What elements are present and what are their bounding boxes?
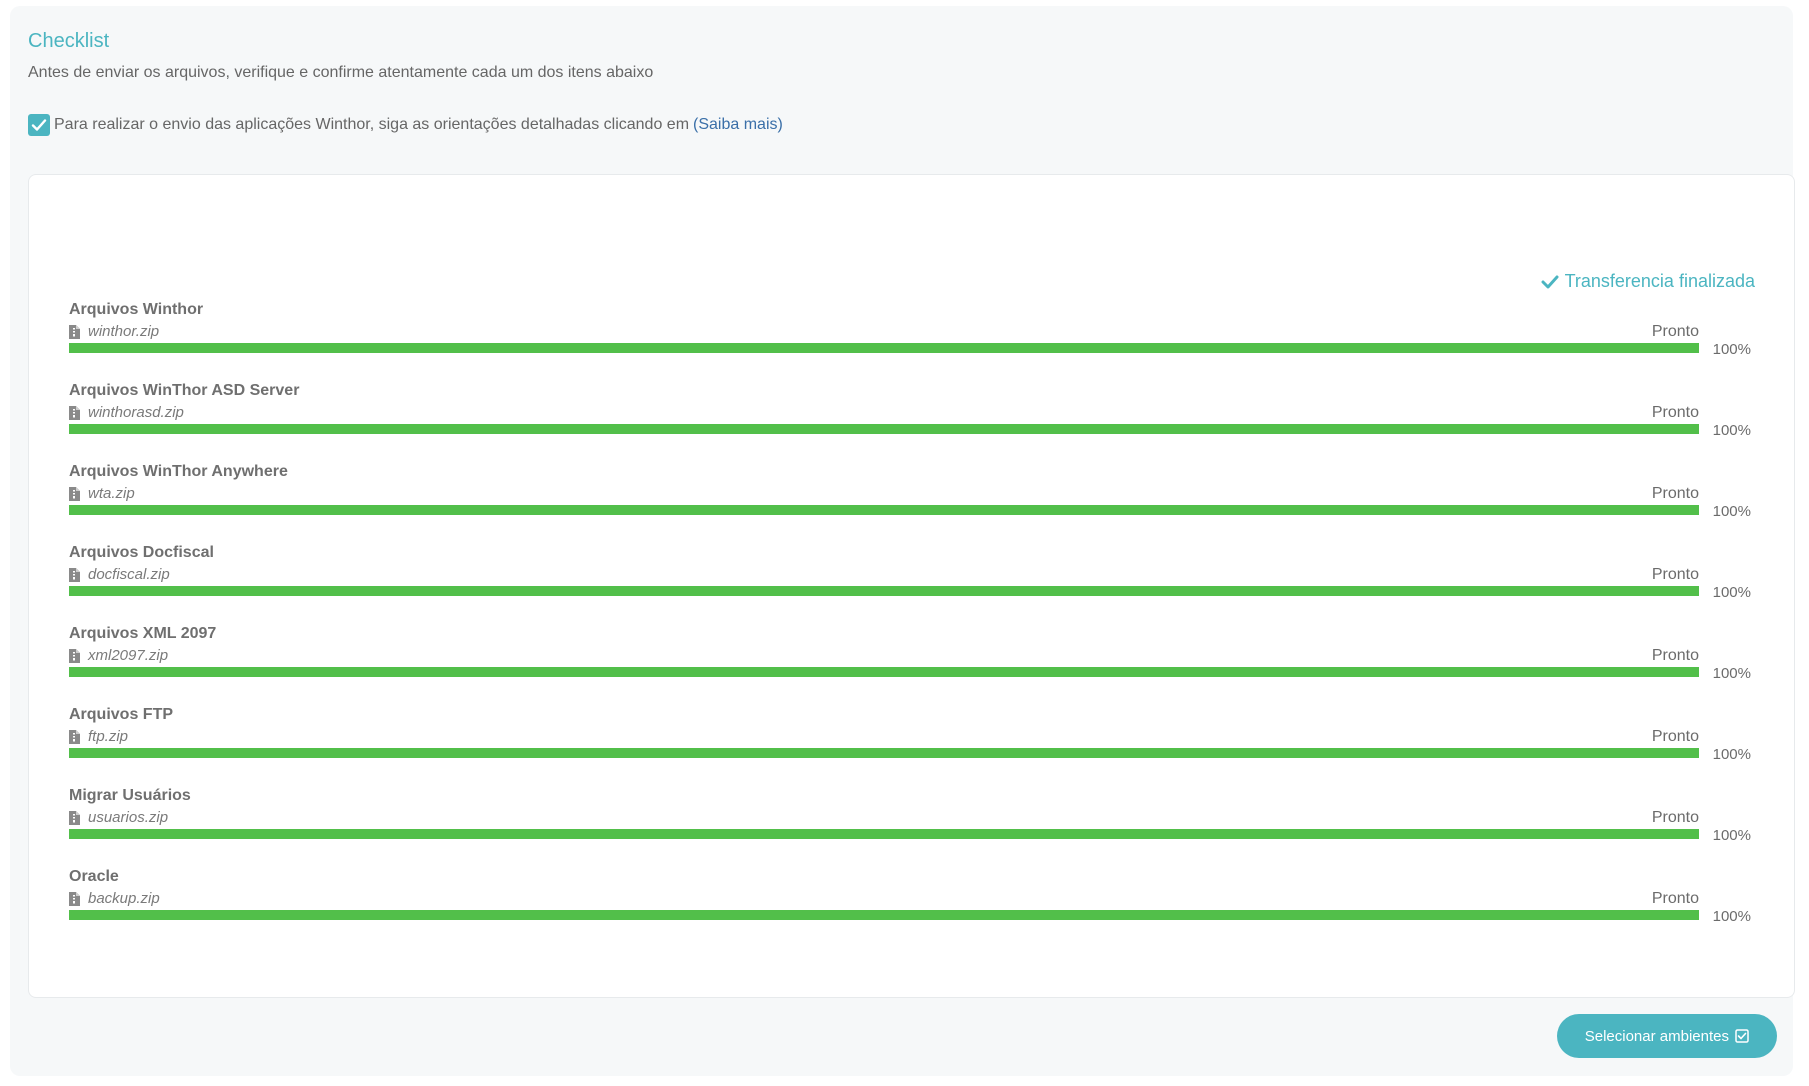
transfer-status: Transferencia finalizada xyxy=(1541,271,1755,292)
file-name: winthor.zip xyxy=(88,323,160,340)
progress-percent: 100% xyxy=(1712,503,1751,520)
progress-fill xyxy=(69,586,1699,596)
item-status: Pronto xyxy=(1651,809,1699,826)
progress-bar xyxy=(69,343,1699,353)
progress-fill xyxy=(69,667,1699,677)
progress-bar xyxy=(69,505,1699,515)
file-name: wta.zip xyxy=(88,485,135,502)
file-name: winthorasd.zip xyxy=(88,404,184,421)
file-zip-icon xyxy=(69,486,80,501)
progress-fill xyxy=(69,505,1699,515)
item-status: Pronto xyxy=(1651,323,1699,340)
file-row: wta.zip xyxy=(69,485,135,502)
select-environments-button[interactable]: Selecionar ambientes xyxy=(1556,1014,1777,1058)
checkmark-icon xyxy=(31,119,47,131)
progress-percent: 100% xyxy=(1712,665,1751,682)
progress-percent: 100% xyxy=(1712,341,1751,358)
item-name: Arquivos Winthor xyxy=(69,301,204,318)
notice-checkbox[interactable] xyxy=(28,114,50,136)
checkbox-icon xyxy=(1735,1029,1749,1043)
notice-row: Para realizar o envio das aplicações Win… xyxy=(28,114,783,136)
file-row: docfiscal.zip xyxy=(69,566,170,583)
file-zip-icon xyxy=(69,405,80,420)
select-environments-label: Selecionar ambientes xyxy=(1584,1027,1729,1045)
progress-percent: 100% xyxy=(1712,746,1751,763)
item-status: Pronto xyxy=(1651,890,1699,907)
progress-fill xyxy=(69,829,1699,839)
transfer-item: Migrar Usuários usuarios.zip Pronto 100% xyxy=(69,787,1751,857)
transfer-item: Arquivos WinThor ASD Server winthorasd.z… xyxy=(69,382,1751,452)
progress-percent: 100% xyxy=(1712,908,1751,925)
page-subtitle: Antes de enviar os arquivos, verifique e… xyxy=(28,64,654,81)
item-name: Migrar Usuários xyxy=(69,787,191,804)
file-zip-icon xyxy=(69,810,80,825)
item-name: Arquivos Docfiscal xyxy=(69,544,214,561)
transfer-card: Transferencia finalizada Arquivos Wintho… xyxy=(28,174,1795,998)
file-row: winthor.zip xyxy=(69,323,159,340)
file-row: usuarios.zip xyxy=(69,809,168,826)
file-zip-icon xyxy=(69,648,80,663)
transfer-item: Arquivos Docfiscal docfiscal.zip Pronto … xyxy=(69,544,1751,614)
check-icon xyxy=(1541,275,1559,288)
progress-bar xyxy=(69,424,1699,434)
transfer-item: Arquivos FTP ftp.zip Pronto 100% xyxy=(69,706,1751,776)
progress-bar xyxy=(69,586,1699,596)
file-zip-icon xyxy=(69,324,80,339)
progress-bar xyxy=(69,748,1699,758)
file-name: backup.zip xyxy=(88,890,160,907)
file-zip-icon xyxy=(69,567,80,582)
progress-percent: 100% xyxy=(1712,827,1751,844)
file-zip-icon xyxy=(69,891,80,906)
item-name: Arquivos WinThor ASD Server xyxy=(69,382,300,399)
item-status: Pronto xyxy=(1651,485,1699,502)
transfer-item: Arquivos Winthor winthor.zip Pronto 100% xyxy=(69,301,1751,371)
item-name: Arquivos WinThor Anywhere xyxy=(69,463,288,480)
file-row: ftp.zip xyxy=(69,728,128,745)
progress-fill xyxy=(69,748,1699,758)
progress-bar xyxy=(69,910,1699,920)
file-name: xml2097.zip xyxy=(88,647,169,664)
item-name: Arquivos XML 2097 xyxy=(69,625,217,642)
progress-fill xyxy=(69,424,1699,434)
file-name: docfiscal.zip xyxy=(88,566,170,583)
transfer-item: Arquivos WinThor Anywhere wta.zip Pronto… xyxy=(69,463,1751,533)
page-title: Checklist xyxy=(28,30,110,52)
item-name: Arquivos FTP xyxy=(69,706,174,723)
item-status: Pronto xyxy=(1651,566,1699,583)
transfer-item: Arquivos XML 2097 xml2097.zip Pronto 100… xyxy=(69,625,1751,695)
progress-bar xyxy=(69,667,1699,677)
file-row: xml2097.zip xyxy=(69,647,168,664)
file-name: usuarios.zip xyxy=(88,809,169,826)
transfer-status-label: Transferencia finalizada xyxy=(1564,271,1755,291)
notice-text: Para realizar o envio das aplicações Win… xyxy=(54,116,690,133)
saiba-mais-link[interactable]: (Saiba mais) xyxy=(693,116,783,134)
file-zip-icon xyxy=(69,729,80,744)
file-name: ftp.zip xyxy=(88,728,129,745)
item-name: Oracle xyxy=(69,868,119,885)
progress-fill xyxy=(69,343,1699,353)
transfer-item: Oracle backup.zip Pronto 100% xyxy=(69,868,1751,938)
item-status: Pronto xyxy=(1651,728,1699,745)
item-status: Pronto xyxy=(1651,404,1699,421)
progress-fill xyxy=(69,910,1699,920)
file-row: backup.zip xyxy=(69,890,160,907)
progress-bar xyxy=(69,829,1699,839)
checklist-panel: Checklist Antes de enviar os arquivos, v… xyxy=(10,6,1795,1076)
progress-percent: 100% xyxy=(1712,584,1751,601)
progress-percent: 100% xyxy=(1712,422,1751,439)
item-status: Pronto xyxy=(1651,647,1699,664)
file-row: winthorasd.zip xyxy=(69,404,184,421)
